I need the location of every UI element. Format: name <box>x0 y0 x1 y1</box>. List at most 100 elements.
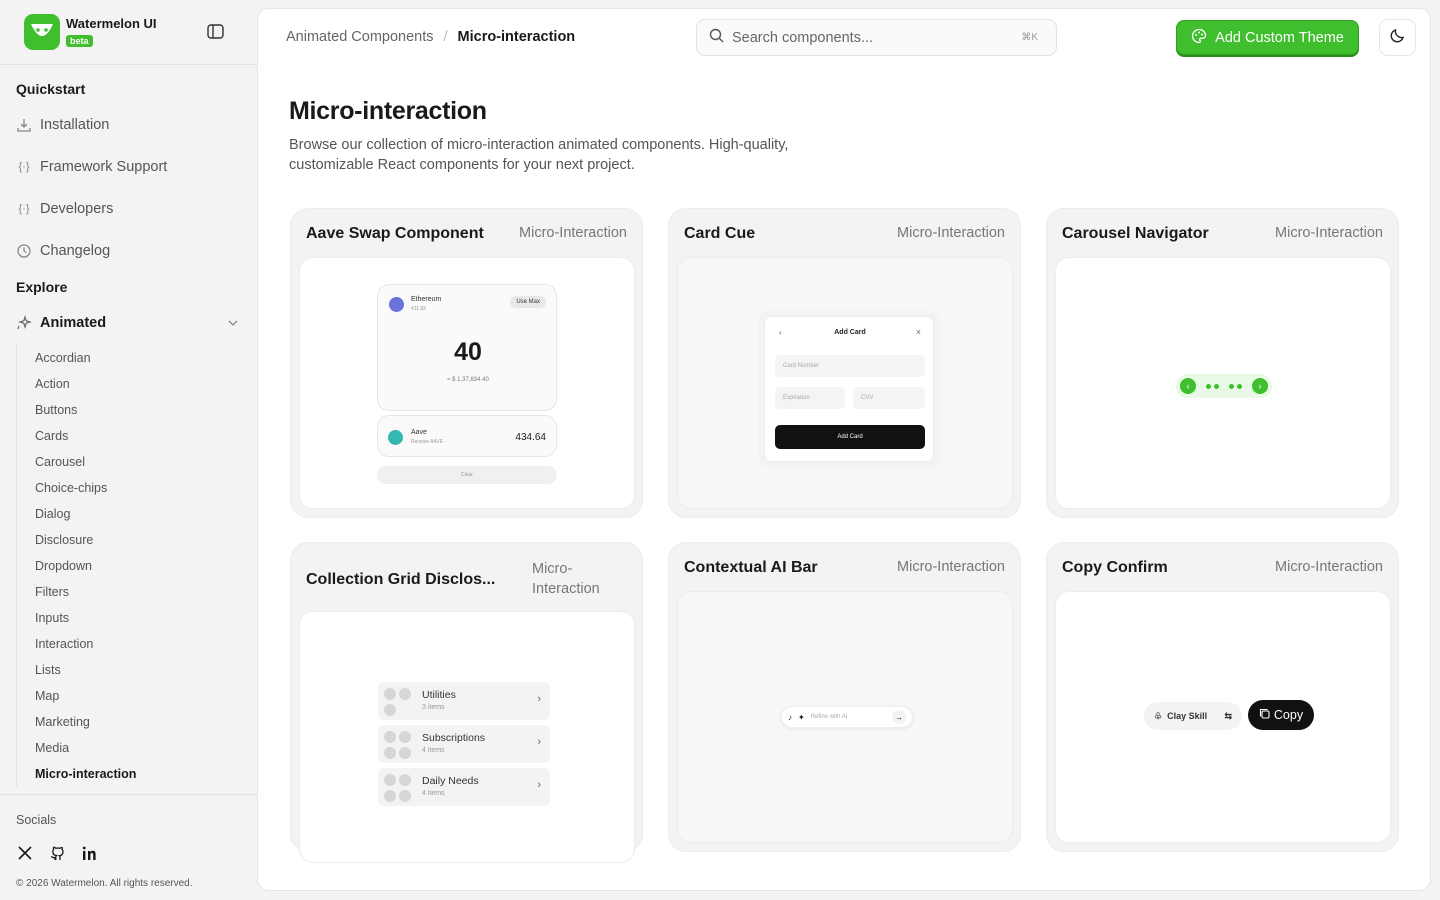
component-card[interactable]: Collection Grid Disclos... Micro-Interac… <box>290 542 643 863</box>
component-card[interactable]: Card Cue Micro-Interaction ‹ Add Card × … <box>668 208 1021 518</box>
sidebar-item-cards[interactable]: Cards <box>17 423 241 449</box>
category-icons <box>384 688 412 716</box>
component-card[interactable]: Contextual AI Bar Micro-Interaction ♪ ✦ … <box>668 542 1021 852</box>
sidebar-item-dialog[interactable]: Dialog <box>17 501 241 527</box>
chevron-right-icon: › <box>537 693 541 705</box>
cvv-field: CVV <box>853 387 925 409</box>
card-preview: ♧ Clay Skill ⇆ Copy <box>1055 591 1391 843</box>
sidebar-item-disclosure[interactable]: Disclosure <box>17 527 241 553</box>
sidebar-item-micro-interaction[interactable]: Micro-interaction <box>17 761 241 787</box>
sidebar-item-changelog[interactable]: Changelog <box>16 241 110 261</box>
swap-icon: ⇆ <box>1224 710 1232 721</box>
sidebar-item-inputs[interactable]: Inputs <box>17 605 241 631</box>
card-tag: Micro-Interaction <box>532 561 600 597</box>
sidebar-item-choice-chips[interactable]: Choice-chips <box>17 475 241 501</box>
card-tag: Micro-Interaction <box>1275 559 1383 575</box>
breadcrumb-link-animated-components[interactable]: Animated Components <box>286 29 434 45</box>
aave-icon <box>388 430 403 445</box>
page-description: Browse our collection of micro-interacti… <box>289 137 789 173</box>
socials-heading: Socials <box>16 813 57 827</box>
chevron-right-icon: › <box>537 736 541 748</box>
sidebar-item-developers[interactable]: {·} Developers <box>16 199 113 219</box>
sidebar-group-animated[interactable]: Animated <box>16 313 241 333</box>
category-count: 4 items <box>422 747 445 754</box>
sidebar-item-marketing[interactable]: Marketing <box>17 709 241 735</box>
use-max-button: Use Max <box>510 296 546 308</box>
x-icon[interactable] <box>16 844 34 862</box>
search-input[interactable] <box>732 29 1002 46</box>
sparkle-icon: ✦ <box>798 712 805 722</box>
dark-mode-toggle[interactable] <box>1379 19 1416 56</box>
to-token-sub: Receive AAVE <box>411 439 444 445</box>
component-card[interactable]: Copy Confirm Micro-Interaction ♧ Clay Sk… <box>1046 542 1399 852</box>
chevron-down-icon <box>227 317 239 333</box>
card-title: Contextual AI Bar <box>684 559 818 576</box>
to-token-value: 434.64 <box>515 432 546 443</box>
search-shortcut: ⌘K <box>1021 32 1038 43</box>
sidebar-item-map[interactable]: Map <box>17 683 241 709</box>
breadcrumb: Animated Components / Micro-interaction <box>286 29 575 45</box>
card-number-field: Card Number <box>775 355 925 377</box>
category-icons <box>384 731 412 759</box>
code-braces-icon: {·} <box>18 161 30 173</box>
sidebar-item-action[interactable]: Action <box>17 371 241 397</box>
main-panel: Animated Components / Micro-interaction … <box>257 8 1431 891</box>
component-card[interactable]: Carousel Navigator Micro-Interaction ‹ › <box>1046 208 1399 518</box>
card-tag: Micro-Interaction <box>1275 225 1383 241</box>
linkedin-icon[interactable] <box>80 844 98 862</box>
category-name: Daily Needs <box>422 775 479 787</box>
moon-icon <box>1389 27 1406 49</box>
list-item: Daily Needs 4 items › <box>378 768 550 806</box>
sidebar-item-installation[interactable]: Installation <box>16 115 109 135</box>
swap-to-panel: Aave Receive AAVE 434.64 <box>377 415 557 457</box>
sidebar-divider <box>0 64 257 65</box>
modal-title: Add Card <box>834 329 866 336</box>
sidebar-divider <box>0 794 257 795</box>
sidebar-item-accordian[interactable]: Accordian <box>17 345 241 371</box>
sidebar-item-framework-support[interactable]: {·} Framework Support <box>16 157 167 177</box>
sidebar-item-media[interactable]: Media <box>17 735 241 761</box>
carousel-dots <box>1206 383 1219 389</box>
sidebar-item-interaction[interactable]: Interaction <box>17 631 241 657</box>
component-card[interactable]: Aave Swap Component Micro-Interaction Et… <box>290 208 643 518</box>
sidebar-item-carousel[interactable]: Carousel <box>17 449 241 475</box>
sidebar-item-dropdown[interactable]: Dropdown <box>17 553 241 579</box>
copy-icon <box>1259 708 1270 722</box>
brand-name: Watermelon UI <box>66 15 157 31</box>
sidebar-item-lists[interactable]: Lists <box>17 657 241 683</box>
breadcrumb-current: Micro-interaction <box>457 29 576 45</box>
carousel-dots <box>1229 383 1242 389</box>
explore-heading: Explore <box>16 279 68 295</box>
category-name: Utilities <box>422 689 456 701</box>
github-icon[interactable] <box>48 844 66 862</box>
card-title: Aave Swap Component <box>306 225 484 242</box>
skill-pill: ♧ Clay Skill ⇆ <box>1144 702 1242 730</box>
copyright-text: © 2026 Watermelon. All rights reserved. <box>16 878 193 889</box>
category-name: Subscriptions <box>422 732 486 744</box>
sidebar-item-buttons[interactable]: Buttons <box>17 397 241 423</box>
card-title: Carousel Navigator <box>1062 225 1209 242</box>
from-token-name: Ethereum <box>411 296 442 303</box>
copy-button: Copy <box>1248 700 1314 730</box>
add-custom-theme-button[interactable]: Add Custom Theme <box>1176 20 1359 55</box>
chevron-left-icon: ‹ <box>1180 378 1196 394</box>
list-item: Subscriptions 4 items › <box>378 725 550 763</box>
sidebar: Watermelon UI beta Quickstart Installati… <box>0 0 257 900</box>
sparkle-icon <box>16 315 32 331</box>
sidebar-item-filters[interactable]: Filters <box>17 579 241 605</box>
swap-from-panel: Ethereum 411.82 Use Max 40 ≈ $ 1,37,834.… <box>377 284 557 411</box>
social-links <box>16 844 98 862</box>
ai-bar: ♪ ✦ Refine with AI → <box>781 706 913 728</box>
category-icons <box>384 774 412 802</box>
search-box[interactable]: ⌘K <box>696 19 1057 56</box>
chevron-right-icon: › <box>1252 378 1268 394</box>
from-token-balance: 411.82 <box>411 306 426 312</box>
breadcrumb-separator: / <box>443 29 448 45</box>
card-tag: Micro-Interaction <box>897 559 1005 575</box>
sidebar-toggle-icon[interactable] <box>207 24 224 39</box>
swap-amount: 40 <box>454 338 482 366</box>
brand[interactable]: Watermelon UI beta <box>24 14 157 50</box>
expiration-field: Expiration <box>775 387 845 409</box>
to-token-name: Aave <box>411 429 427 436</box>
ethereum-icon <box>389 297 404 312</box>
